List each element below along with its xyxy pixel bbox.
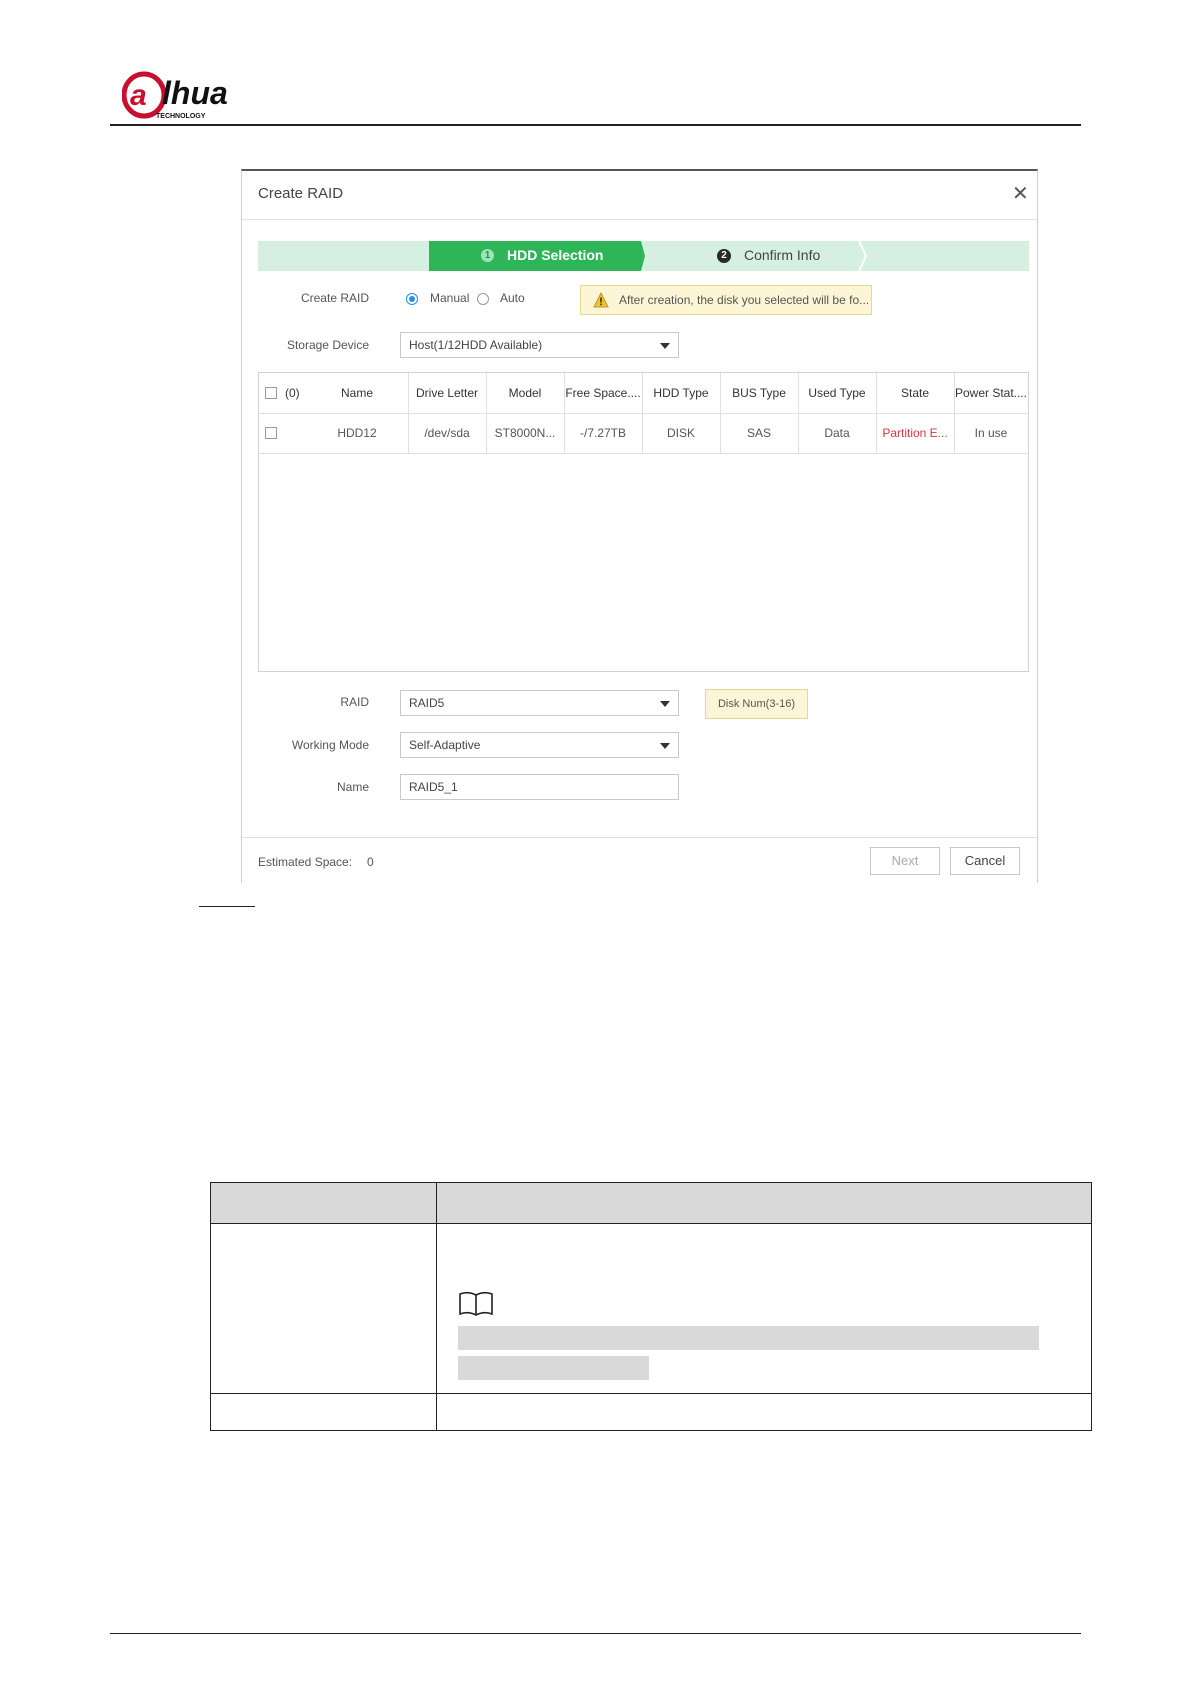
close-icon[interactable]: ✕ [1012,181,1029,206]
name-input[interactable]: RAID5_1 [400,774,679,800]
step-number: 2 [717,249,731,263]
working-mode-label: Working Mode [291,738,369,752]
redacted-note [458,1356,649,1380]
row-checkbox[interactable] [265,427,277,439]
storage-device-label: Storage Device [286,338,369,352]
step-hdd-selection: 1 HDD Selection [429,241,645,271]
storage-device-value: Host(1/12HDD Available) [409,338,543,352]
chevron-down-icon [660,701,670,707]
col-state[interactable]: State [876,373,954,413]
header-rule [110,124,1081,126]
storage-device-select[interactable]: Host(1/12HDD Available) [400,332,679,358]
svg-text:lhua: lhua [162,75,228,111]
cell-used-type: Data [824,426,850,440]
footer-rule [110,1633,1081,1634]
radio-manual-label: Manual [430,291,470,305]
chevron-down-icon [660,343,670,349]
step-underline [199,906,255,907]
hdd-table: (0) Name Drive Letter Model Free Space..… [258,372,1029,672]
radio-auto[interactable] [477,293,489,305]
col-model[interactable]: Model [486,373,564,413]
step-confirm-info: Confirm Info [744,247,821,263]
title-divider [242,219,1037,220]
dahua-logo: a lhua TECHNOLOGY [122,71,228,120]
warning-icon [593,292,609,308]
cell-state: Partition E... [882,426,948,440]
cell-bus-type: SAS [746,426,771,440]
dialog-title: Create RAID [258,185,344,202]
cancel-button[interactable]: Cancel [950,847,1020,875]
col-free-space[interactable]: Free Space.... [564,373,642,413]
warning-banner: After creation, the disk you selected wi… [580,285,872,315]
footer-divider [242,837,1037,838]
estimated-space-value: 0 [367,855,374,869]
working-mode-select[interactable]: Self-Adaptive [400,732,679,758]
table-header [211,1183,1091,1223]
col-name[interactable]: Name [307,373,407,413]
col-drive-letter[interactable]: Drive Letter [408,373,486,413]
cell-free-space: -/7.27TB [579,426,627,440]
step-label: HDD Selection [507,247,604,263]
warning-text: After creation, the disk you selected wi… [619,293,870,307]
name-value: RAID5_1 [409,780,458,794]
col-power-status[interactable]: Power Stat.... [954,373,1028,413]
note-book-icon [459,1291,493,1316]
estimated-space-label: Estimated Space: [258,855,353,869]
step-bar: 1 HDD Selection 2 Confirm Info [258,241,1029,271]
select-all-checkbox[interactable] [265,387,277,399]
col-used-type[interactable]: Used Type [798,373,876,413]
radio-auto-label: Auto [500,291,525,305]
cell-hdd-type: DISK [666,426,695,440]
create-raid-dialog: Create RAID ✕ 1 HDD Selection 2 Confirm … [241,169,1038,883]
raid-select[interactable]: RAID5 [400,690,679,716]
svg-text:TECHNOLOGY: TECHNOLOGY [156,113,206,120]
cell-drive-letter: /dev/sda [424,426,470,440]
raid-value: RAID5 [409,696,445,710]
name-label: Name [336,780,369,794]
raid-label: RAID [340,695,369,709]
step-number: 1 [481,249,494,262]
selected-count: (0) [285,386,300,400]
cell-power-status: In use [974,426,1008,440]
chevron-down-icon [660,743,670,749]
create-raid-label: Create RAID [300,291,369,305]
step-chevron-icon [858,241,868,271]
svg-text:a: a [130,79,147,112]
redacted-note [458,1326,1039,1350]
working-mode-value: Self-Adaptive [409,738,481,752]
col-hdd-type[interactable]: HDD Type [642,373,720,413]
col-bus-type[interactable]: BUS Type [720,373,798,413]
parameter-table [210,1182,1092,1431]
radio-manual[interactable] [406,293,418,305]
next-button[interactable]: Next [870,847,940,875]
disk-num-hint: Disk Num(3-16) [705,689,808,719]
cell-model: ST8000N... [494,426,556,440]
cell-name: HDD12 [337,426,377,440]
